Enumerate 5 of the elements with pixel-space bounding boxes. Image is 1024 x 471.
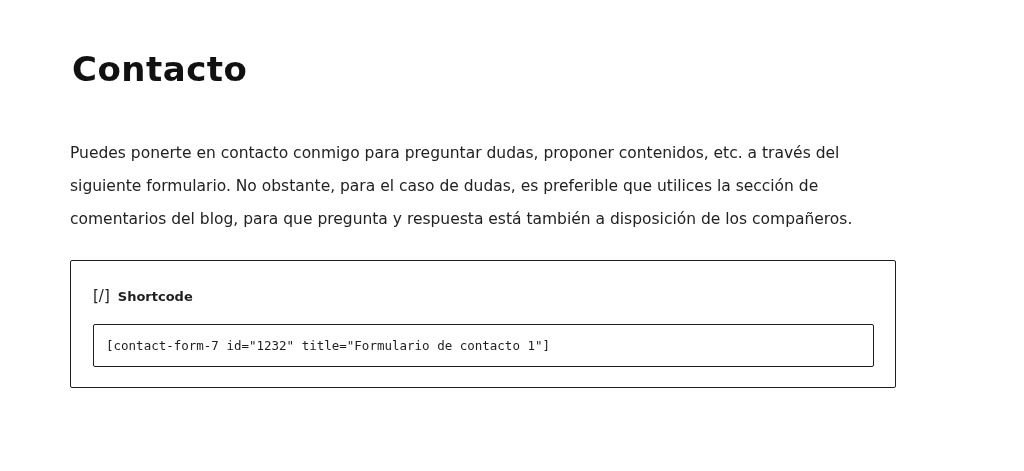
block-label: Shortcode	[117, 288, 193, 304]
shortcode-icon: [/]	[93, 287, 110, 305]
intro-paragraph: Puedes ponerte en contacto conmigo para preguntar dudas, proponer contenidos, etc. a través del siguiente formulario. No obstante, para el caso de dudas, es preferible que utilices la sección de comentarios del blog, para que pregunta y respuesta está también a disposición de los compañeros.	[70, 143, 854, 230]
shortcode-field[interactable]: [contact-form-7 id="1232" title="Formulario de contacto 1"]	[93, 324, 874, 367]
page-title: Contacto	[72, 48, 249, 91]
